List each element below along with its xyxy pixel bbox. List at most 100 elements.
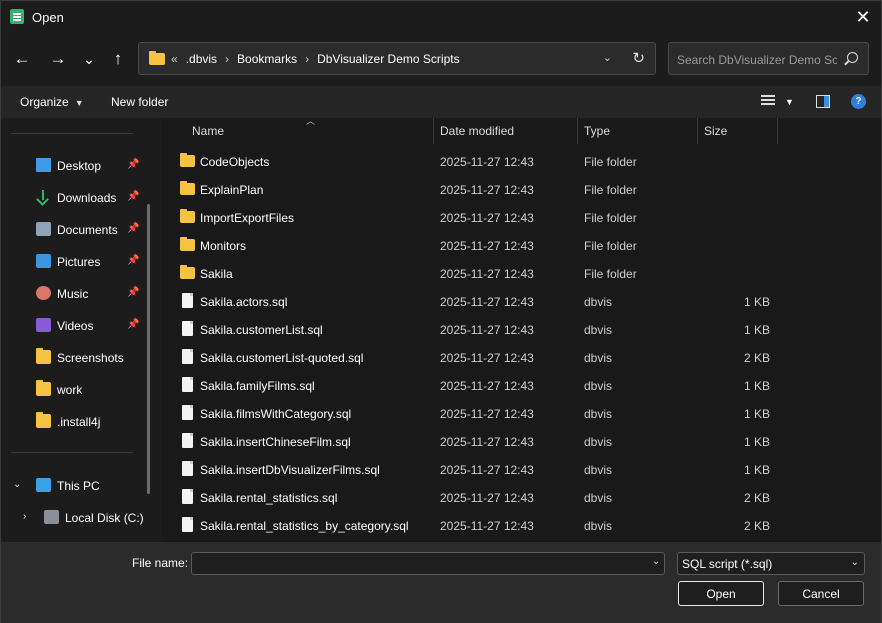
file-date-modified: 2025-11-27 12:43 [440,155,534,169]
search-box[interactable]: Search DbVisualizer Demo Scripts [668,42,869,75]
open-button[interactable]: Open [678,581,764,606]
pin-icon[interactable]: 📌 [127,191,139,202]
sort-ascending-icon: ︿ [306,116,316,126]
sidebar-scrollbar[interactable] [147,204,150,494]
file-row[interactable]: Sakila.rental_statistics.sql 2025-11-27 1… [161,483,881,511]
sidebar-item-label: Pictures [57,255,101,269]
file-icon [182,349,193,364]
search-placeholder[interactable]: Search DbVisualizer Demo Scripts [677,53,837,67]
folder-row[interactable]: Sakila 2025-11-27 12:43 File folder [161,259,881,287]
new-folder-button[interactable]: New folder [111,95,168,109]
file-type: dbvis [584,491,613,505]
file-name-label: File name: [132,556,189,570]
folder-row[interactable]: Monitors 2025-11-27 12:43 File folder [161,231,881,259]
file-date-modified: 2025-11-27 12:43 [440,211,534,225]
file-row[interactable]: Sakila.customerList-quoted.sql 2025-11-27… [161,343,881,371]
breadcrumb-separator-icon[interactable]: › [305,52,309,66]
file-name: Monitors [200,239,247,253]
file-type-filter-value: SQL script (*.sql) [682,557,773,571]
sidebar-item-local-disk[interactable]: › Local Disk (C:) [1,502,151,532]
view-options-icon[interactable] [761,95,775,108]
folder-row[interactable]: ImportExportFiles 2025-11-27 12:43 File fo… [161,203,881,231]
breadcrumb-demo-scripts[interactable]: DbVisualizer Demo Scripts [317,52,460,66]
sidebar-item-desktop[interactable]: Desktop 📌 [1,150,151,180]
sidebar-item-work[interactable]: work [1,374,151,404]
file-row[interactable]: Sakila.rental_statistics_by_category.sql… [161,511,881,539]
file-name: ImportExportFiles [200,211,295,225]
breadcrumb-separator-icon[interactable]: › [225,52,229,66]
file-date-modified: 2025-11-27 12:43 [440,491,534,505]
sidebar-item-music[interactable]: Music 📌 [1,278,151,308]
file-size: 2 KB [743,519,770,533]
search-icon[interactable] [847,52,858,63]
drive-icon [44,510,59,524]
file-date-modified: 2025-11-27 12:43 [440,267,534,281]
sidebar-item-label: Music [57,287,89,301]
file-row[interactable]: Sakila.actors.sql 2025-11-27 12:43 dbvis 1 … [161,287,881,315]
sidebar-item-pictures[interactable]: Pictures 📌 [1,246,151,276]
pin-icon[interactable]: 📌 [127,159,139,170]
preview-pane-icon[interactable] [816,95,830,108]
sidebar-item-documents[interactable]: Documents 📌 [1,214,151,244]
file-name: Sakila.actors.sql [200,295,288,309]
file-name: Sakila.customerList.sql [200,323,323,337]
pin-icon[interactable]: 📌 [127,319,139,330]
file-type: File folder [584,239,637,253]
breadcrumb-dbvis[interactable]: .dbvis [186,52,217,66]
sidebar-item-this-pc[interactable]: ⌄ This PC [1,470,151,500]
sidebar-item-label: Screenshots [57,351,124,365]
sidebar-item-screenshots[interactable]: Screenshots [1,342,151,372]
pin-icon[interactable]: 📌 [127,287,139,298]
file-row[interactable]: Sakila.insertChineseFilm.sql 2025-11-27 1… [161,427,881,455]
sidebar-item-install4j[interactable]: .install4j [1,406,151,436]
file-row[interactable]: Sakila.customerList.sql 2025-11-27 12:43 d… [161,315,881,343]
sidebar-item-label: Desktop [57,159,102,173]
close-icon[interactable]: ✕ [849,3,877,31]
pin-icon[interactable]: 📌 [127,255,139,266]
refresh-icon[interactable]: ↻ [632,49,645,67]
file-date-modified: 2025-11-27 12:43 [440,435,534,449]
file-type-filter-select[interactable]: SQL script (*.sql) ⌄ [677,552,865,575]
back-arrow-icon[interactable]: ← [10,47,34,71]
address-dropdown-chevron-icon[interactable]: ⌄ [603,51,612,64]
view-dropdown-chevron-icon[interactable]: ▼ [785,97,794,107]
file-name-dropdown-chevron-icon[interactable]: ⌄ [652,556,660,567]
pin-icon[interactable]: 📌 [127,223,139,234]
file-row[interactable]: Sakila.familyFilms.sql 2025-11-27 12:43 db… [161,371,881,399]
collapse-chevron-icon[interactable]: › [23,511,26,522]
breadcrumb-overflow[interactable]: « [171,52,178,66]
sidebar-item-label: Documents [57,223,118,237]
organize-button[interactable]: Organize ▼ [20,95,84,109]
file-name-input[interactable] [191,552,665,575]
column-divider[interactable] [777,118,778,144]
breadcrumb-bookmarks[interactable]: Bookmarks [237,52,297,66]
cancel-button[interactable]: Cancel [778,581,864,606]
file-type: dbvis [584,351,613,365]
sidebar-item-label: Videos [57,319,94,333]
file-icon [182,517,193,532]
recent-locations-chevron-icon[interactable]: ⌄ [77,47,101,71]
folder-row[interactable]: ExplainPlan 2025-11-27 12:43 File folder [161,175,881,203]
column-divider[interactable] [697,118,698,144]
file-type: File folder [584,155,637,169]
up-arrow-icon[interactable]: ↑ [106,47,130,71]
address-bar[interactable]: « .dbvis › Bookmarks › DbVisualizer Demo… [138,42,656,75]
open-dialog: Open ✕ ← → ⌄ ↑ « .dbvis › Bookmarks › Db… [0,0,882,623]
expand-chevron-icon[interactable]: ⌄ [13,479,21,490]
forward-arrow-icon[interactable]: → [46,47,70,71]
sidebar-item-label: Local Disk (C:) [65,511,144,525]
help-icon[interactable]: ? [851,94,866,109]
file-type: dbvis [584,323,613,337]
file-date-modified: 2025-11-27 12:43 [440,463,534,477]
file-date-modified: 2025-11-27 12:43 [440,323,534,337]
file-row[interactable]: Sakila.insertDbVisualizerFilms.sql 2025-1… [161,455,881,483]
folder-row[interactable]: CodeObjects 2025-11-27 12:43 File folder [161,147,881,175]
file-name: Sakila.customerList-quoted.sql [200,351,364,365]
sidebar-item-videos[interactable]: Videos 📌 [1,310,151,340]
sidebar-item-downloads[interactable]: Downloads 📌 [1,182,151,212]
file-list: ︿ Name Date modified Type Size CodeObjec… [161,116,881,542]
file-row[interactable]: Sakila.filmsWithCategory.sql 2025-11-27 1… [161,399,881,427]
column-divider[interactable] [433,118,434,144]
column-divider[interactable] [577,118,578,144]
file-size: 1 KB [743,463,770,477]
